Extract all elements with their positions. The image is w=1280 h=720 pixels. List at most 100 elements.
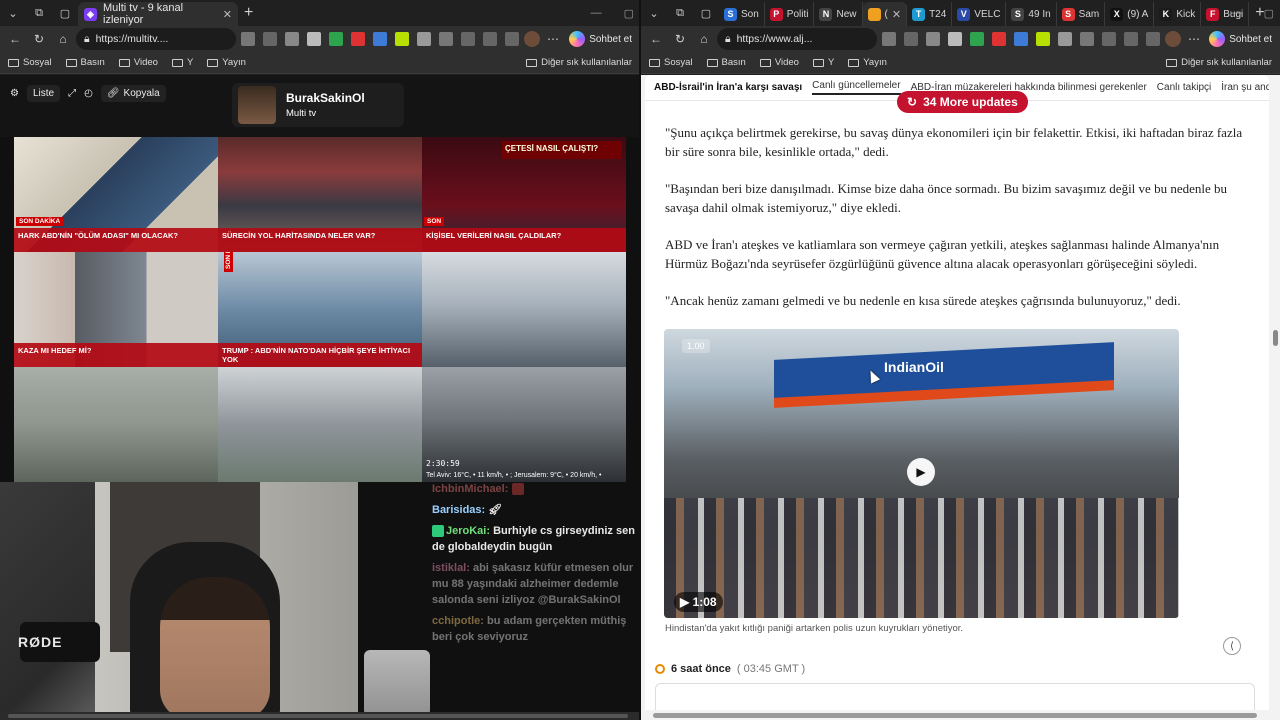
favorite-star-icon[interactable] <box>285 32 299 46</box>
other-bookmarks[interactable]: Diğer sık kullanılanlar <box>526 57 632 68</box>
copilot-chat-button[interactable]: Sohbet et <box>569 31 636 47</box>
profile-avatar[interactable] <box>1165 31 1181 47</box>
maximize-button[interactable]: ▢ <box>624 7 634 20</box>
bookmark-folder[interactable]: Basın <box>65 57 105 68</box>
video-player[interactable]: IndianOil 1.00 ▶ ▶ 1:08 <box>664 329 1179 618</box>
browser-tab[interactable]: P Politi <box>765 2 815 26</box>
address-bar[interactable]: 🔒︎ https://multitv.... <box>76 28 236 50</box>
workspaces-icon[interactable]: ⧉ <box>26 0 52 26</box>
favorites-icon[interactable] <box>1102 32 1116 46</box>
tab-actions-chevron-icon[interactable]: ⌄ <box>641 0 667 26</box>
profile-avatar[interactable] <box>524 31 540 47</box>
extension-icon[interactable] <box>351 32 365 46</box>
browser-essentials-icon[interactable] <box>483 32 497 46</box>
collections-icon[interactable] <box>505 32 519 46</box>
tv-tile[interactable]: SON DAKİKA TRUMP : ABD'NİN NATO'DAN HİÇB… <box>218 252 422 367</box>
read-aloud-icon[interactable] <box>263 32 277 46</box>
tab-manager-icon[interactable]: ▢ <box>52 0 78 26</box>
tracking-icon[interactable] <box>882 32 896 46</box>
minimize-button[interactable]: — <box>591 7 602 19</box>
bookmark-folder[interactable]: Sosyal <box>8 57 52 68</box>
scrollbar-thumb[interactable] <box>1273 330 1278 346</box>
play-icon[interactable]: ▶ <box>907 458 935 486</box>
split-screen-icon[interactable] <box>439 32 453 46</box>
timer-icon[interactable]: ◴ <box>84 88 93 99</box>
bookmark-folder[interactable]: Yayın <box>207 57 246 68</box>
extension-icon[interactable] <box>992 32 1006 46</box>
maximize-button[interactable]: ▢ <box>1264 7 1274 20</box>
extension-icon[interactable] <box>970 32 984 46</box>
subnav-title[interactable]: ABD-İsrail'in İran'a karşı savaşı <box>654 82 802 93</box>
extension-icon[interactable] <box>1036 32 1050 46</box>
fullscreen-icon[interactable]: ⤢ <box>68 88 76 99</box>
bookmark-folder[interactable]: Video <box>759 57 799 68</box>
more-menu-icon[interactable]: ⋯ <box>1183 28 1205 50</box>
browser-tab[interactable]: X (9) A <box>1105 2 1155 26</box>
subnav-item[interactable]: Canlı takipçi <box>1157 82 1211 93</box>
other-bookmarks[interactable]: Diğer sık kullanılanlar <box>1166 57 1272 68</box>
extension-icon[interactable] <box>417 32 431 46</box>
extension-icon[interactable] <box>395 32 409 46</box>
bookmark-folder[interactable]: Basın <box>706 57 746 68</box>
tv-tile[interactable]: KAZA MI HEDEF Mİ? <box>14 252 218 367</box>
settings-gear-icon[interactable]: ⚙ <box>10 88 19 99</box>
split-screen-icon[interactable] <box>1080 32 1094 46</box>
extension-icon[interactable] <box>329 32 343 46</box>
tab-actions-chevron-icon[interactable]: ⌄ <box>0 0 26 26</box>
tv-tile[interactable]: SÜRECİN YOL HARİTASINDA NELER VAR? <box>218 137 422 252</box>
back-icon[interactable]: ← <box>645 28 667 50</box>
playback-speed[interactable]: 1.00 <box>682 339 710 353</box>
refresh-icon[interactable]: ↻ <box>28 28 50 50</box>
browser-tab[interactable]: (✕ <box>862 2 908 26</box>
tv-tile[interactable] <box>14 367 218 482</box>
vertical-scrollbar[interactable] <box>1270 75 1280 720</box>
copilot-chat-button[interactable]: Sohbet et <box>1209 31 1276 47</box>
read-aloud-icon[interactable] <box>904 32 918 46</box>
copy-link-button[interactable]: 🔗︎ Kopyala <box>100 85 166 102</box>
list-button[interactable]: Liste <box>26 85 61 102</box>
home-icon[interactable]: ⌂ <box>693 28 715 50</box>
back-icon[interactable]: ← <box>4 28 26 50</box>
browser-essentials-icon[interactable] <box>1124 32 1138 46</box>
browser-tab[interactable]: V VELC <box>952 2 1007 26</box>
bookmark-folder[interactable]: Video <box>118 57 158 68</box>
close-tab-icon[interactable]: ✕ <box>892 8 901 21</box>
browser-tab[interactable]: N New <box>814 2 863 26</box>
more-menu-icon[interactable]: ⋯ <box>542 28 564 50</box>
extension-icon[interactable] <box>307 32 321 46</box>
scrollbar-thumb[interactable] <box>653 713 1257 718</box>
bookmark-folder[interactable]: Y <box>171 57 193 68</box>
tv-tile[interactable]: ÇETESİ NASIL ÇALIŞTI? SON KİŞİSEL VERİLE… <box>422 137 626 252</box>
address-bar[interactable]: 🔒︎ https://www.alj... <box>717 28 877 50</box>
tab-manager-icon[interactable]: ▢ <box>693 0 719 26</box>
collections-icon[interactable] <box>1146 32 1160 46</box>
subnav-live-updates[interactable]: Canlı güncellemeler <box>812 80 901 95</box>
new-tab-button[interactable]: + <box>238 4 259 22</box>
browser-tab[interactable]: S Son <box>719 2 765 26</box>
bookmark-folder[interactable]: Yayın <box>848 57 887 68</box>
browser-tab[interactable]: S Sam <box>1057 2 1106 26</box>
subnav-item[interactable]: İran şu anda dah <box>1221 82 1269 93</box>
refresh-icon[interactable]: ↻ <box>669 28 691 50</box>
tv-tile[interactable] <box>218 367 422 482</box>
tv-tile[interactable]: 2:30:59 Tel Aviv: 16°C, • 11 km/h, • ; J… <box>422 367 626 482</box>
workspaces-icon[interactable]: ⧉ <box>667 0 693 26</box>
video-duration[interactable]: ▶ 1:08 <box>674 592 723 612</box>
channel-card[interactable]: BurakSakinOl Multi tv <box>232 83 404 127</box>
tv-tile[interactable] <box>422 252 626 367</box>
extension-icon[interactable] <box>373 32 387 46</box>
browser-tab[interactable]: T T24 <box>907 2 953 26</box>
tv-tile[interactable]: SON DAKİKA HARK ABD'NİN "ÖLÜM ADASI" MI … <box>14 137 218 252</box>
horizontal-scrollbar[interactable] <box>641 710 1270 720</box>
favorite-star-icon[interactable] <box>926 32 940 46</box>
horizontal-scrollbar[interactable] <box>0 712 640 720</box>
bookmark-folder[interactable]: Sosyal <box>649 57 693 68</box>
browser-tab[interactable]: K Kick <box>1154 2 1202 26</box>
extension-icon[interactable] <box>948 32 962 46</box>
extension-icon[interactable] <box>1014 32 1028 46</box>
browser-tab[interactable]: S 49 In <box>1006 2 1057 26</box>
home-icon[interactable]: ⌂ <box>52 28 74 50</box>
minimize-button[interactable]: — <box>1231 7 1242 19</box>
bookmark-folder[interactable]: Y <box>812 57 834 68</box>
tab-multitv[interactable]: ◈ Multi tv - 9 kanal izleniyor ✕ <box>78 2 238 26</box>
